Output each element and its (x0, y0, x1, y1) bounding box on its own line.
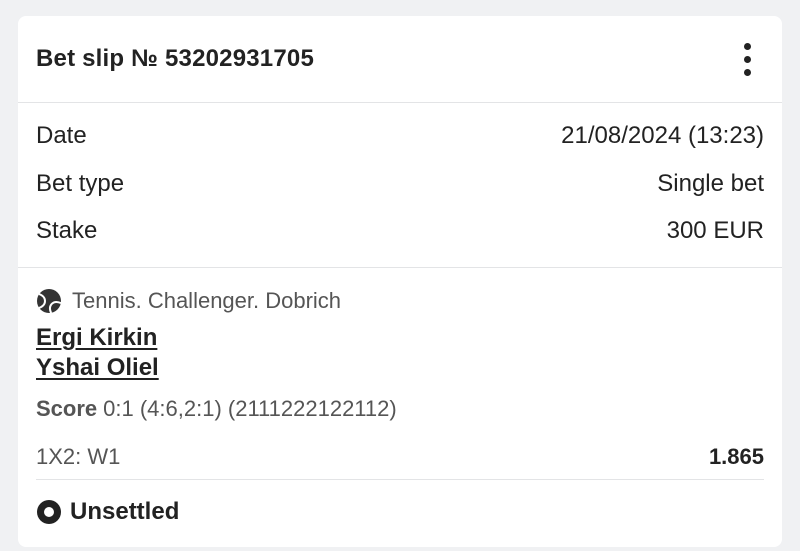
bet-type-value: Single bet (657, 169, 764, 197)
sport-tournament-line: Tennis. Challenger. Dobrich (36, 284, 764, 318)
date-label: Date (36, 121, 87, 149)
status-line: Unsettled (36, 480, 764, 544)
date-row: Date 21/08/2024 (13:23) (36, 112, 764, 160)
stake-row: Stake 300 EUR (36, 207, 764, 255)
odds-value: 1.865 (708, 443, 764, 469)
record-circle-icon (37, 500, 61, 525)
bet-details: Date 21/08/2024 (13:23) Bet type Single … (18, 103, 782, 269)
team2-link[interactable]: Yshai Oliel (36, 353, 764, 383)
bet-slip-title: Bet slip № 53202931705 (36, 45, 314, 72)
bet-slip-header: Bet slip № 53202931705 (18, 16, 782, 103)
more-options-button[interactable] (730, 37, 764, 81)
more-vertical-icon (743, 42, 751, 50)
score-line: Score 0:1 (4:6,2:1) (2111222122112) (36, 392, 764, 426)
market-text: 1X2: W1 (36, 443, 121, 469)
event-section: Tennis. Challenger. Dobrich Ergi Kirkin … (18, 268, 782, 544)
score-label: Score (36, 396, 98, 422)
tennis-ball-icon (37, 289, 62, 314)
bet-type-row: Bet type Single bet (36, 160, 764, 208)
date-value: 21/08/2024 (13:23) (561, 121, 764, 149)
teams: Ergi Kirkin Yshai Oliel (36, 323, 764, 383)
stake-label: Stake (36, 217, 98, 245)
market-line: 1X2: W1 1.865 (36, 434, 764, 481)
bet-slip-card: Bet slip № 53202931705 Date 21/08/2024 (… (18, 16, 782, 547)
stake-value: 300 EUR (666, 217, 764, 245)
status-text: Unsettled (70, 498, 180, 526)
bet-type-label: Bet type (36, 169, 125, 197)
team1-link[interactable]: Ergi Kirkin (36, 323, 764, 353)
score-value: 0:1 (4:6,2:1) (2111222122112) (103, 396, 397, 422)
sport-tournament-text: Tennis. Challenger. Dobrich (72, 288, 342, 314)
